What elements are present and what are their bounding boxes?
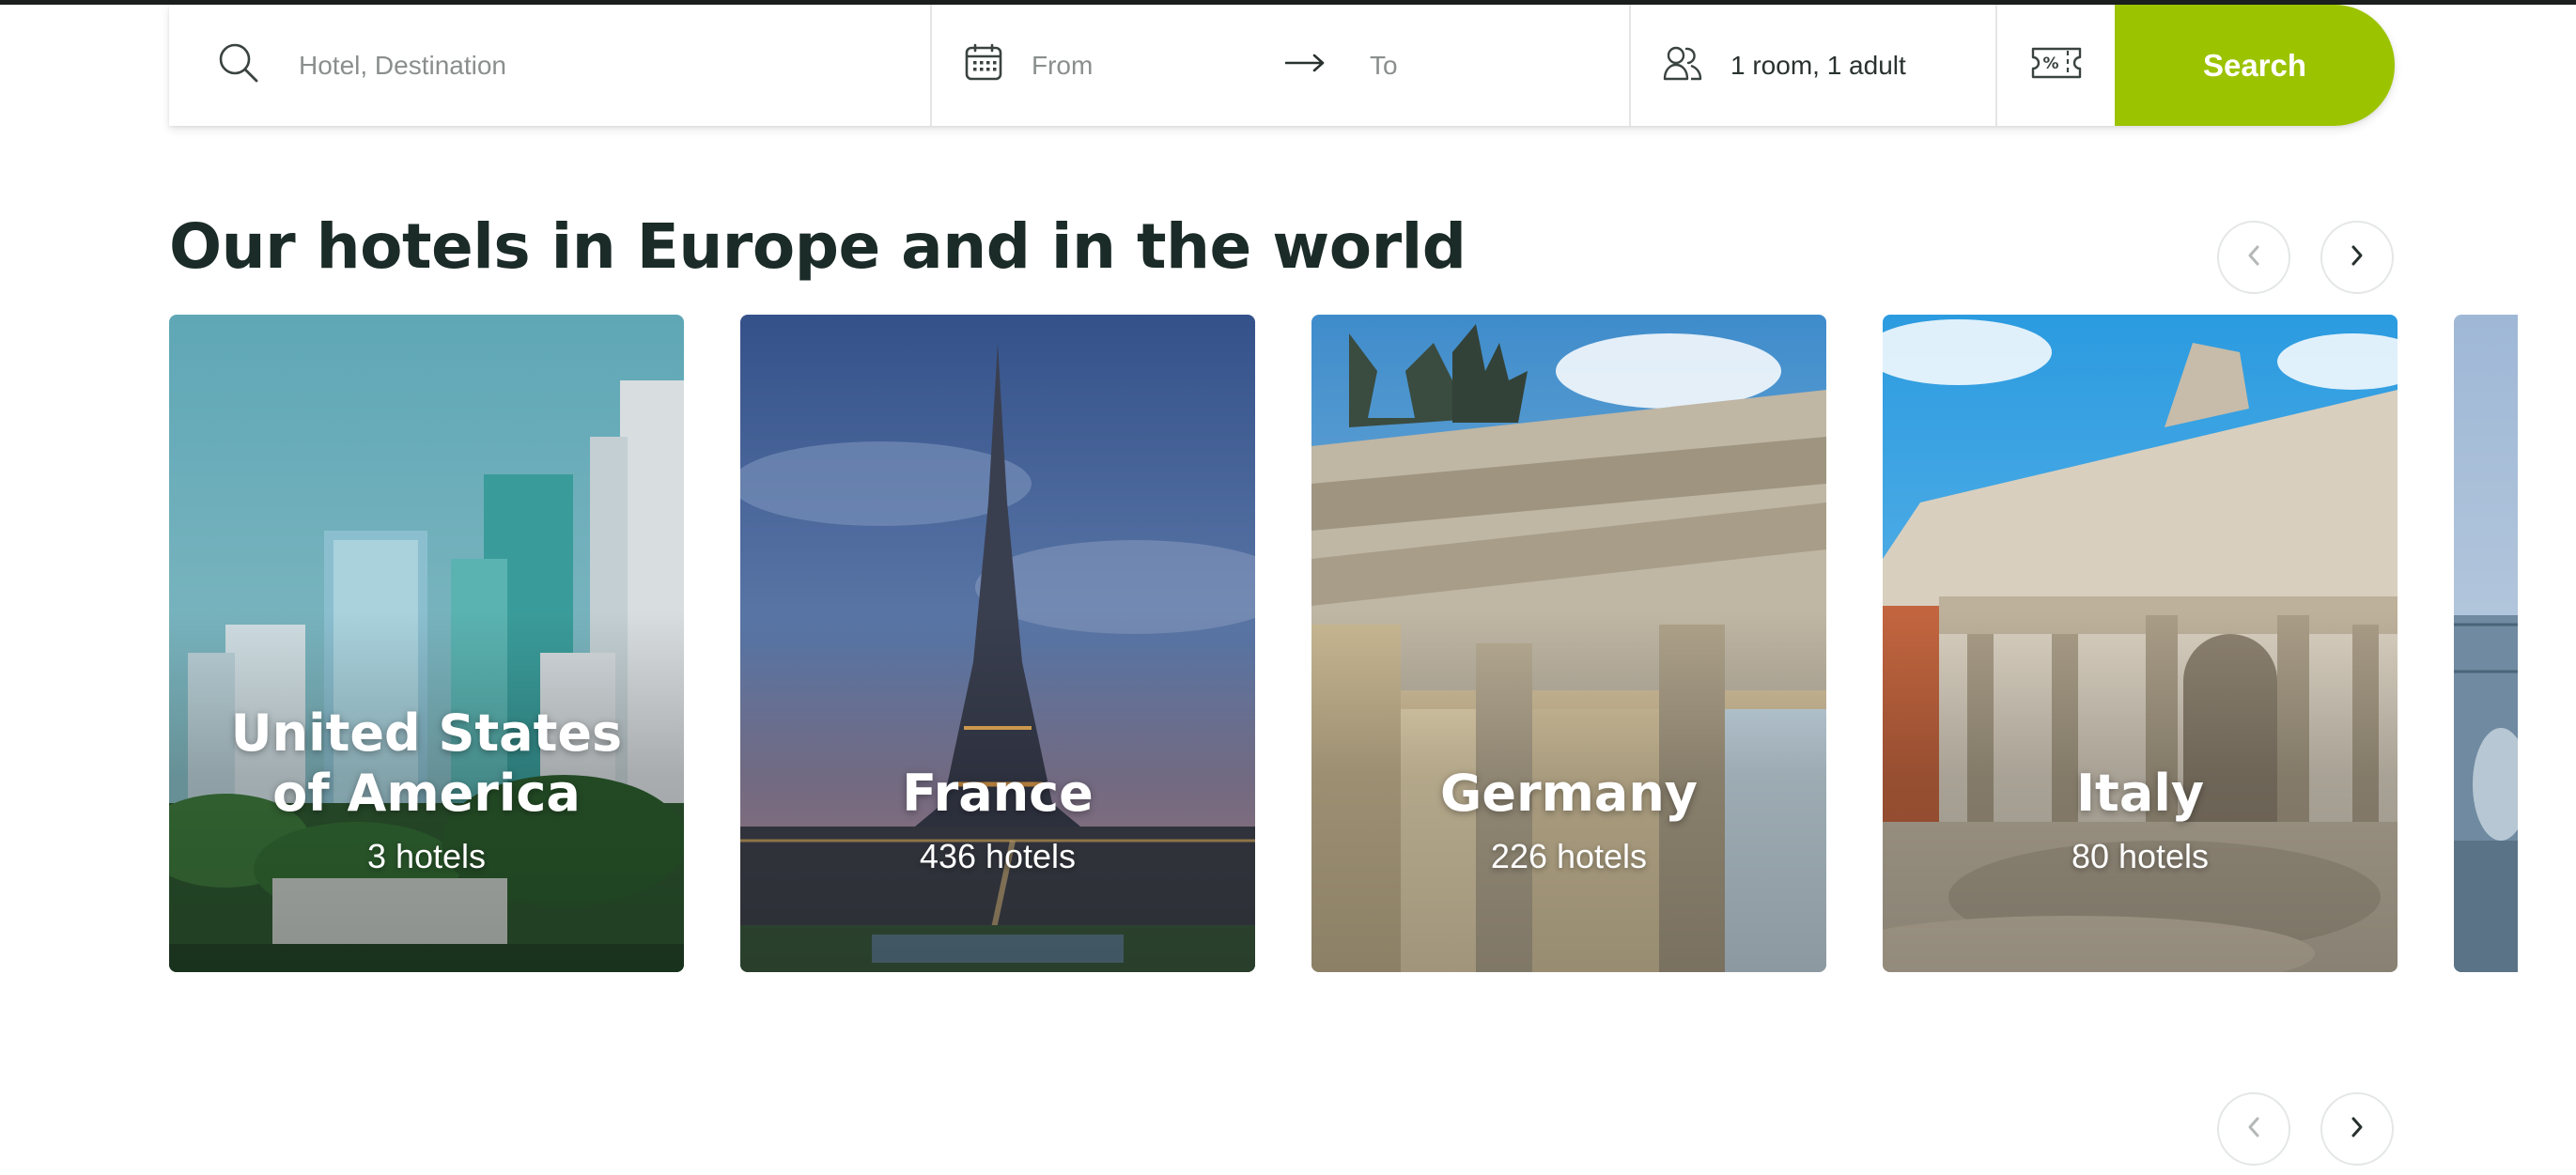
destination-card-partial[interactable]	[2454, 315, 2518, 972]
destination-card[interactable]: Germany 226 hotels	[1311, 315, 1826, 972]
hotel-count: 3 hotels	[366, 837, 487, 875]
search-button[interactable]: Search	[2115, 5, 2395, 126]
destination-name: United States of America	[230, 703, 623, 823]
page-title: Our hotels in Europe and in the world	[169, 210, 1466, 283]
carousel-next-button[interactable]	[2320, 221, 2394, 294]
users-icon	[1663, 45, 1702, 85]
card-caption: France 436 hotels	[740, 315, 1255, 972]
promo-ticket-icon: %	[2030, 46, 2083, 85]
hotel-count: 80 hotels	[2071, 837, 2210, 875]
guests-field[interactable]: 1 room, 1 adult	[1629, 5, 1995, 126]
carousel-next-button-bottom[interactable]	[2320, 1092, 2394, 1166]
chevron-right-icon	[2348, 244, 2367, 271]
date-from[interactable]: From	[1032, 51, 1201, 81]
card-caption: Italy 80 hotels	[1883, 315, 2398, 972]
carousel-prev-button-bottom[interactable]	[2217, 1092, 2290, 1166]
chevron-right-icon	[2348, 1116, 2367, 1143]
svg-text:%: %	[2042, 54, 2058, 73]
destination-name: Germany	[1440, 764, 1698, 823]
calendar-icon	[964, 43, 1003, 87]
guests-value: 1 room, 1 adult	[1730, 50, 1906, 80]
destination-field[interactable]	[169, 5, 930, 126]
promo-code-field[interactable]: %	[1995, 5, 2115, 126]
hotel-count: 226 hotels	[1490, 837, 1648, 875]
destination-card[interactable]: Italy 80 hotels	[1883, 315, 2398, 972]
destination-name: Italy	[2075, 764, 2205, 823]
arrow-right-icon	[1284, 54, 1325, 77]
chevron-left-icon	[2244, 244, 2263, 271]
hotel-count: 436 hotels	[919, 837, 1077, 875]
destinations-carousel: United States of America 3 hotels France…	[169, 315, 2518, 972]
carousel-prev-button[interactable]	[2217, 221, 2290, 294]
date-to[interactable]: To	[1370, 51, 1398, 81]
destination-input[interactable]	[299, 50, 862, 81]
date-range-field[interactable]: From To	[930, 5, 1629, 126]
search-icon	[218, 42, 259, 88]
destination-card[interactable]: France 436 hotels	[740, 315, 1255, 972]
card-caption: Germany 226 hotels	[1311, 315, 1826, 972]
destination-card[interactable]: United States of America 3 hotels	[169, 315, 684, 972]
card-image	[2454, 315, 2518, 972]
hotel-search-bar: From To 1 room, 1 adult % Search	[169, 5, 2395, 126]
chevron-left-icon	[2244, 1116, 2263, 1143]
destination-name: France	[902, 764, 1094, 823]
card-caption: United States of America 3 hotels	[169, 315, 684, 972]
